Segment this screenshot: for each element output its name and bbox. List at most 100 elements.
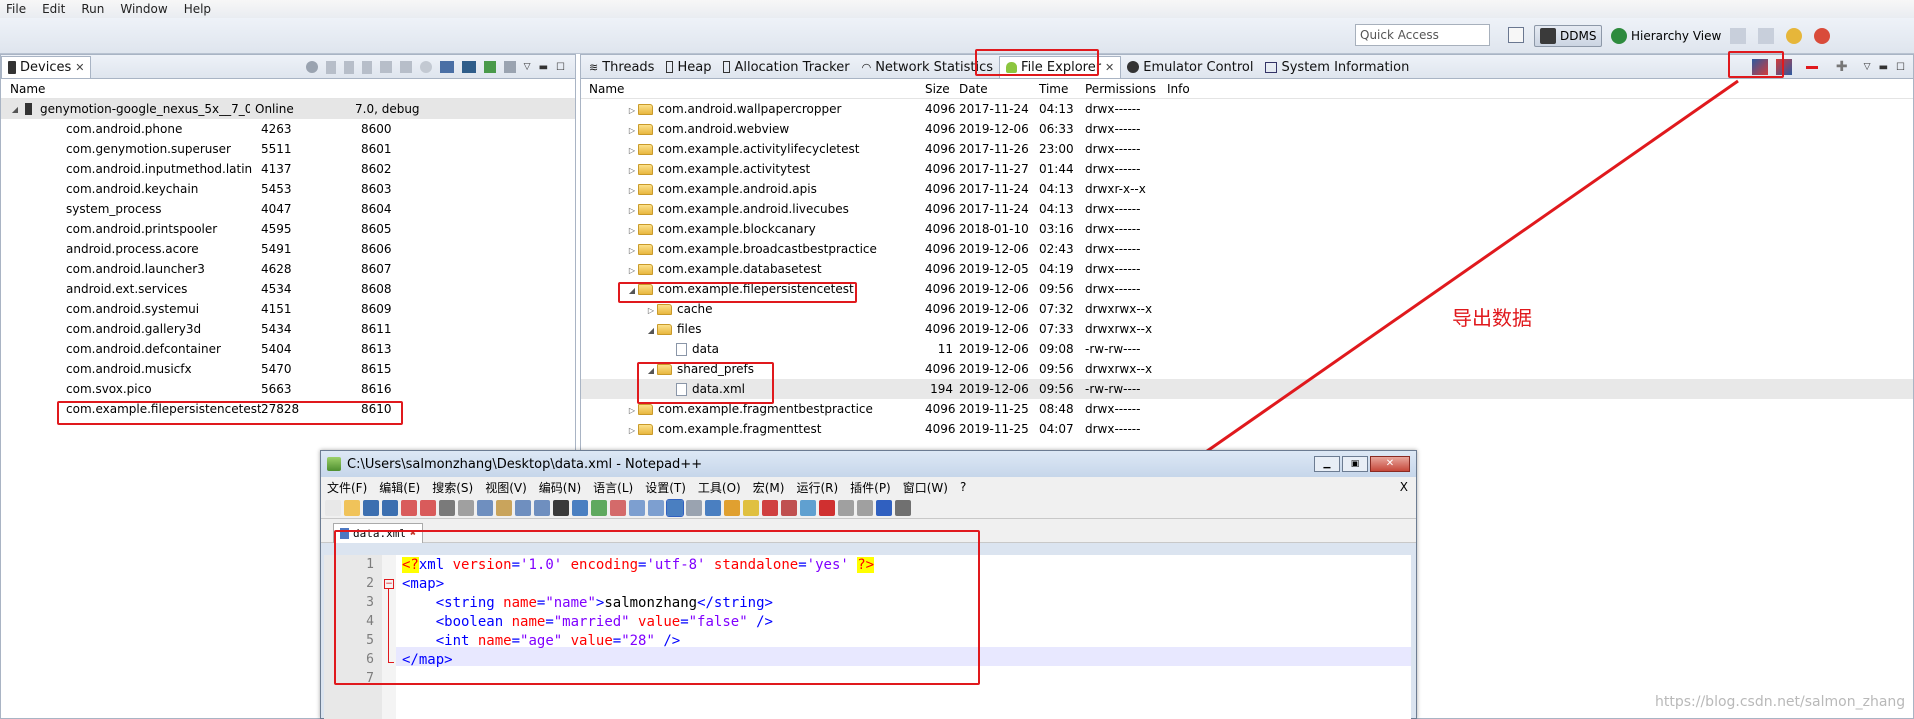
dump-hprof-icon[interactable] [343, 60, 354, 74]
tab-heap[interactable]: Heap [660, 56, 717, 78]
tab-allocation-tracker[interactable]: Allocation Tracker [717, 56, 855, 78]
dump-icon[interactable] [1758, 28, 1774, 44]
minimize-icon[interactable]: ▬ [1879, 62, 1888, 73]
collapsed-icon[interactable]: ▷ [626, 266, 638, 275]
collapsed-icon[interactable]: ▷ [626, 106, 638, 115]
np-menu-settings[interactable]: 设置(T) [639, 479, 692, 496]
process-row[interactable]: com.android.printspooler 4595 8605 [1, 219, 575, 239]
undo-icon[interactable] [515, 499, 531, 516]
collapsed-icon[interactable]: ▷ [626, 406, 638, 415]
redo-icon[interactable] [534, 499, 550, 516]
close-icon[interactable]: ✕ [1105, 61, 1114, 74]
collapsed-icon[interactable]: ▷ [626, 246, 638, 255]
process-row[interactable]: com.svox.pico 5663 8616 [1, 379, 575, 399]
update-heap-icon[interactable] [325, 60, 336, 74]
update-threads-icon[interactable] [379, 61, 392, 73]
collapsed-icon[interactable]: ▷ [626, 126, 638, 135]
np-menu-encoding[interactable]: 编码(N) [533, 479, 587, 496]
systrace-icon[interactable] [483, 61, 496, 73]
close-icon[interactable]: ✕ [1370, 456, 1410, 472]
find-icon[interactable] [553, 499, 569, 516]
menu-run[interactable]: Run [73, 2, 112, 16]
process-row[interactable]: com.android.defcontainer 5404 8613 [1, 339, 575, 359]
tab-threads[interactable]: ≋ Threads [583, 56, 660, 78]
bug-icon[interactable] [1814, 28, 1830, 44]
dump-view-hierarchy-icon[interactable] [461, 61, 476, 73]
collapsed-icon[interactable]: ▷ [626, 426, 638, 435]
udl-icon[interactable] [724, 499, 740, 516]
paste-icon[interactable] [496, 499, 512, 516]
np-menu-run[interactable]: 运行(R) [790, 479, 844, 496]
sync-h-icon[interactable] [648, 499, 664, 516]
quick-access-input[interactable]: Quick Access [1355, 24, 1490, 46]
open-perspective-icon[interactable] [1508, 27, 1524, 43]
collapsed-icon[interactable]: ▷ [626, 226, 638, 235]
np-menu-macro[interactable]: 宏(M) [747, 479, 791, 496]
np-menu-plugins[interactable]: 插件(P) [844, 479, 897, 496]
save-macro-icon[interactable] [895, 499, 911, 516]
np-menu-window[interactable]: 窗口(W) [897, 479, 954, 496]
collapsed-icon[interactable]: ▷ [626, 166, 638, 175]
save-all-icon[interactable] [382, 499, 398, 516]
minimize-icon[interactable]: ▬ [539, 62, 548, 73]
maximize-icon[interactable]: ▣ [1342, 456, 1368, 472]
zoom-in-icon[interactable] [591, 499, 607, 516]
menu-window[interactable]: Window [112, 2, 175, 16]
close-icon[interactable]: ✕ [75, 61, 84, 74]
sync-v-icon[interactable] [629, 499, 645, 516]
process-row[interactable]: com.android.gallery3d 5434 8611 [1, 319, 575, 339]
save-icon[interactable] [363, 499, 379, 516]
process-row[interactable]: com.android.phone 4263 8600 [1, 119, 575, 139]
screen-capture-icon[interactable] [1730, 28, 1746, 44]
collapsed-icon[interactable]: ▷ [645, 306, 657, 315]
collapsed-icon[interactable]: ▷ [626, 146, 638, 155]
doc-map-icon[interactable] [743, 499, 759, 516]
menu-file[interactable]: File [0, 2, 34, 16]
opengl-trace-icon[interactable] [503, 61, 516, 73]
device-row[interactable]: ◢ genymotion-google_nexus_5x__7_0... Onl… [1, 99, 575, 119]
expanded-icon[interactable]: ◢ [645, 326, 657, 335]
open-file-icon[interactable] [344, 499, 360, 516]
start-method-profiling-icon[interactable] [399, 61, 412, 73]
np-menu-language[interactable]: 语言(L) [587, 479, 639, 496]
stop-macro-icon[interactable] [838, 499, 854, 516]
play-macro-icon[interactable] [857, 499, 873, 516]
collapsed-icon[interactable]: ▷ [626, 206, 638, 215]
process-row[interactable]: com.android.systemui 4151 8609 [1, 299, 575, 319]
np-menu-tools[interactable]: 工具(O) [692, 479, 747, 496]
process-row[interactable]: com.genymotion.superuser 5511 8601 [1, 139, 575, 159]
process-row[interactable]: com.android.keychain 5453 8603 [1, 179, 575, 199]
screen-capture-icon[interactable] [439, 61, 454, 73]
tab-devices[interactable]: Devices ✕ [1, 56, 92, 78]
indent-guide-icon[interactable] [705, 499, 721, 516]
np-menu-search[interactable]: 搜索(S) [426, 479, 479, 496]
minimize-icon[interactable]: ▁ [1314, 456, 1340, 472]
new-file-icon[interactable] [325, 499, 341, 516]
process-row[interactable]: system_process 4047 8604 [1, 199, 575, 219]
function-list-icon[interactable] [762, 499, 778, 516]
maximize-icon[interactable]: ☐ [556, 62, 565, 73]
np-menu-help[interactable]: ? [954, 480, 972, 494]
collapsed-icon[interactable]: ▷ [626, 186, 638, 195]
replace-icon[interactable] [572, 499, 588, 516]
delete-icon[interactable] [1805, 65, 1818, 69]
stop-process-icon[interactable] [419, 61, 432, 73]
word-wrap-icon[interactable] [666, 498, 684, 517]
cause-gc-icon[interactable] [361, 60, 372, 74]
view-menu-icon[interactable]: ▽ [524, 62, 531, 72]
run-macro-icon[interactable] [876, 499, 892, 516]
np-menu-edit[interactable]: 编辑(E) [373, 479, 426, 496]
process-row[interactable]: com.android.launcher3 4628 8607 [1, 259, 575, 279]
process-row[interactable]: android.ext.services 4534 8608 [1, 279, 575, 299]
all-chars-icon[interactable] [686, 499, 702, 516]
zoom-out-icon[interactable] [610, 499, 626, 516]
cut-icon[interactable] [458, 499, 474, 516]
collapse-icon[interactable]: ◢ [9, 105, 21, 114]
menu-edit[interactable]: Edit [34, 2, 73, 16]
process-row[interactable]: com.android.inputmethod.latin 4137 8602 [1, 159, 575, 179]
process-row[interactable]: android.process.acore 5491 8606 [1, 239, 575, 259]
print-icon[interactable] [439, 499, 455, 516]
process-row[interactable]: com.android.musicfx 5470 8615 [1, 359, 575, 379]
new-folder-icon[interactable]: ✚ [1836, 59, 1848, 75]
menu-help[interactable]: Help [176, 2, 219, 16]
